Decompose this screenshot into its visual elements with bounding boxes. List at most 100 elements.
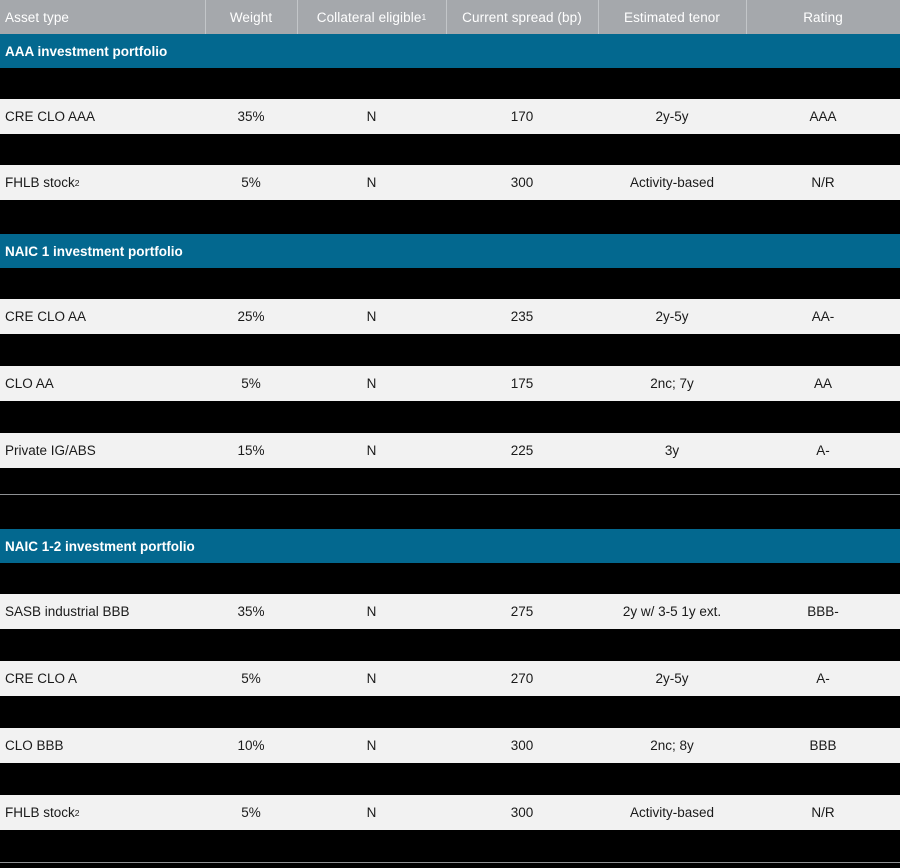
cell-asset-type: FHLB stock 2 bbox=[5, 175, 80, 190]
table-row: CRE CLO AAA 35% N 170 2y-5y AAA bbox=[0, 99, 900, 134]
cell-rating: AAA bbox=[809, 109, 837, 124]
column-header-collateral-eligible-label: Collateral eligible bbox=[316, 9, 422, 25]
cell-rating: BBB- bbox=[807, 604, 839, 619]
cell-weight: 25% bbox=[237, 309, 265, 324]
column-header-current-spread: Current spread (bp) bbox=[446, 0, 598, 34]
cell-estimated-tenor: 2y-5y bbox=[655, 309, 689, 324]
cell-rating: AA bbox=[813, 376, 832, 391]
table-tail-spacer bbox=[0, 863, 900, 868]
cell-estimated-tenor: 3y bbox=[664, 443, 680, 458]
section-header-aaa-investment-portfolio: AAA investment portfolio bbox=[0, 34, 900, 68]
column-header-estimated-tenor-label: Estimated tenor bbox=[623, 9, 721, 25]
column-header-estimated-tenor: Estimated tenor bbox=[598, 0, 746, 34]
cell-estimated-tenor: 2nc; 7y bbox=[650, 376, 694, 391]
cell-current-spread: 175 bbox=[510, 376, 534, 391]
cell-estimated-tenor: 2nc; 8y bbox=[650, 738, 694, 753]
column-header-weight: Weight bbox=[205, 0, 297, 34]
cell-asset-type: CLO BBB bbox=[0, 728, 205, 763]
cell-current-spread: 170 bbox=[510, 109, 534, 124]
table-row: CLO AA 5% N 175 2nc; 7y AA bbox=[0, 366, 900, 401]
cell-weight: 5% bbox=[241, 376, 261, 391]
column-header-asset-type-label: Asset type bbox=[5, 9, 70, 25]
cell-asset-type-label: CRE CLO AA bbox=[5, 309, 87, 324]
row-spacer bbox=[0, 563, 900, 594]
cell-collateral-eligible: N bbox=[366, 671, 377, 686]
cell-rating: A- bbox=[816, 671, 830, 686]
cell-estimated-tenor: 2y-5y bbox=[655, 109, 689, 124]
table-row: Private IG/ABS 15% N 225 3y A- bbox=[0, 433, 900, 468]
cell-current-spread: 300 bbox=[510, 805, 534, 820]
cell-asset-type-label: Private IG/ABS bbox=[5, 443, 96, 458]
cell-rating: N/R bbox=[811, 175, 835, 190]
column-header-rating-label: Rating bbox=[803, 9, 843, 25]
section-header-label: NAIC 1 investment portfolio bbox=[5, 243, 183, 259]
cell-current-spread: 275 bbox=[510, 604, 534, 619]
row-spacer bbox=[0, 68, 900, 99]
table-row: FHLB stock 2 5% N 300 Activity-based N/R bbox=[0, 165, 900, 200]
row-spacer bbox=[0, 134, 900, 165]
cell-collateral-eligible: N bbox=[366, 738, 377, 753]
cell-rating: AA- bbox=[811, 309, 835, 324]
cell-collateral-eligible: N bbox=[366, 376, 377, 391]
cell-collateral-eligible: N bbox=[366, 604, 377, 619]
row-spacer bbox=[0, 268, 900, 299]
table-row: SASB industrial BBB 35% N 275 2y w/ 3-5 … bbox=[0, 594, 900, 629]
cell-asset-type: CRE CLO A bbox=[0, 661, 205, 696]
row-spacer bbox=[0, 696, 900, 728]
cell-rating: BBB bbox=[809, 738, 837, 753]
cell-current-spread: 300 bbox=[510, 738, 534, 753]
cell-asset-type: CRE CLO AAA bbox=[0, 99, 205, 134]
cell-asset-type-label: FHLB stock bbox=[5, 805, 75, 820]
section-header-label: AAA investment portfolio bbox=[5, 43, 168, 59]
asset-allocation-table: Asset type Weight Collateral eligible 1 C… bbox=[0, 0, 900, 868]
cell-rating: A- bbox=[816, 443, 830, 458]
column-header-current-spread-label: Current spread (bp) bbox=[462, 9, 582, 25]
cell-asset-type-label: CLO AA bbox=[5, 376, 54, 391]
cell-asset-type-label: CLO BBB bbox=[5, 738, 64, 753]
section-spacer bbox=[0, 495, 900, 529]
cell-estimated-tenor: Activity-based bbox=[629, 805, 715, 820]
cell-asset-type: FHLB stock 2 bbox=[5, 805, 80, 820]
row-spacer bbox=[0, 334, 900, 366]
section-spacer bbox=[0, 468, 900, 494]
section-header-naic-1-2-investment-portfolio: NAIC 1-2 investment portfolio bbox=[0, 529, 900, 563]
cell-asset-type-label: CRE CLO AAA bbox=[5, 109, 96, 124]
cell-asset-type-label: CRE CLO A bbox=[5, 671, 78, 686]
table-header-row: Asset type Weight Collateral eligible 1 C… bbox=[0, 0, 900, 34]
cell-collateral-eligible: N bbox=[366, 443, 377, 458]
cell-current-spread: 270 bbox=[510, 671, 534, 686]
cell-asset-type-label: FHLB stock bbox=[5, 175, 75, 190]
cell-estimated-tenor: 2y-5y bbox=[655, 671, 689, 686]
section-header-naic-1-investment-portfolio: NAIC 1 investment portfolio bbox=[0, 234, 900, 268]
cell-current-spread: 225 bbox=[510, 443, 534, 458]
cell-current-spread: 300 bbox=[510, 175, 534, 190]
column-header-asset-type: Asset type bbox=[0, 0, 205, 34]
row-spacer bbox=[0, 629, 900, 661]
cell-rating: N/R bbox=[811, 805, 835, 820]
section-header-label: NAIC 1-2 investment portfolio bbox=[5, 538, 195, 554]
cell-collateral-eligible: N bbox=[366, 109, 377, 124]
cell-collateral-eligible: N bbox=[366, 805, 377, 820]
column-header-rating: Rating bbox=[746, 0, 900, 34]
cell-collateral-eligible: N bbox=[366, 175, 377, 190]
column-header-collateral-eligible: Collateral eligible 1 bbox=[297, 0, 446, 34]
cell-asset-type: SASB industrial BBB bbox=[0, 594, 205, 629]
cell-asset-type: Private IG/ABS bbox=[0, 433, 205, 468]
cell-weight: 15% bbox=[237, 443, 265, 458]
row-spacer bbox=[0, 763, 900, 795]
cell-weight: 35% bbox=[237, 109, 265, 124]
cell-asset-type-label: SASB industrial BBB bbox=[5, 604, 130, 619]
cell-collateral-eligible: N bbox=[366, 309, 377, 324]
cell-estimated-tenor: Activity-based bbox=[629, 175, 715, 190]
cell-estimated-tenor: 2y w/ 3-5 1y ext. bbox=[622, 604, 722, 619]
column-header-weight-label: Weight bbox=[229, 9, 273, 25]
row-spacer bbox=[0, 830, 900, 862]
cell-weight: 10% bbox=[237, 738, 265, 753]
table-row: FHLB stock 2 5% N 300 Activity-based N/R bbox=[0, 795, 900, 830]
table-row: CRE CLO AA 25% N 235 2y-5y AA- bbox=[0, 299, 900, 334]
row-spacer bbox=[0, 401, 900, 433]
cell-weight: 5% bbox=[241, 805, 261, 820]
section-spacer bbox=[0, 200, 900, 234]
cell-asset-type: CLO AA bbox=[0, 366, 205, 401]
cell-asset-type: CRE CLO AA bbox=[0, 299, 205, 334]
